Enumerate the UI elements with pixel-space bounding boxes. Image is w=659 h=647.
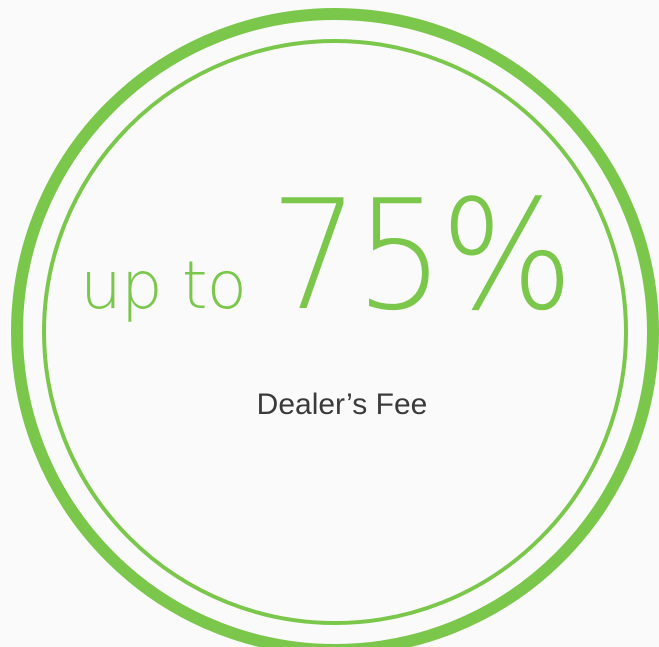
fee-label: Dealer’s Fee (256, 388, 428, 421)
headline: up to 75% (80, 180, 600, 340)
discount-badge: up to 75% Dealer’s Fee (0, 0, 659, 647)
percentage-value: 75% (269, 167, 573, 344)
prefix-text: up to (80, 247, 247, 324)
